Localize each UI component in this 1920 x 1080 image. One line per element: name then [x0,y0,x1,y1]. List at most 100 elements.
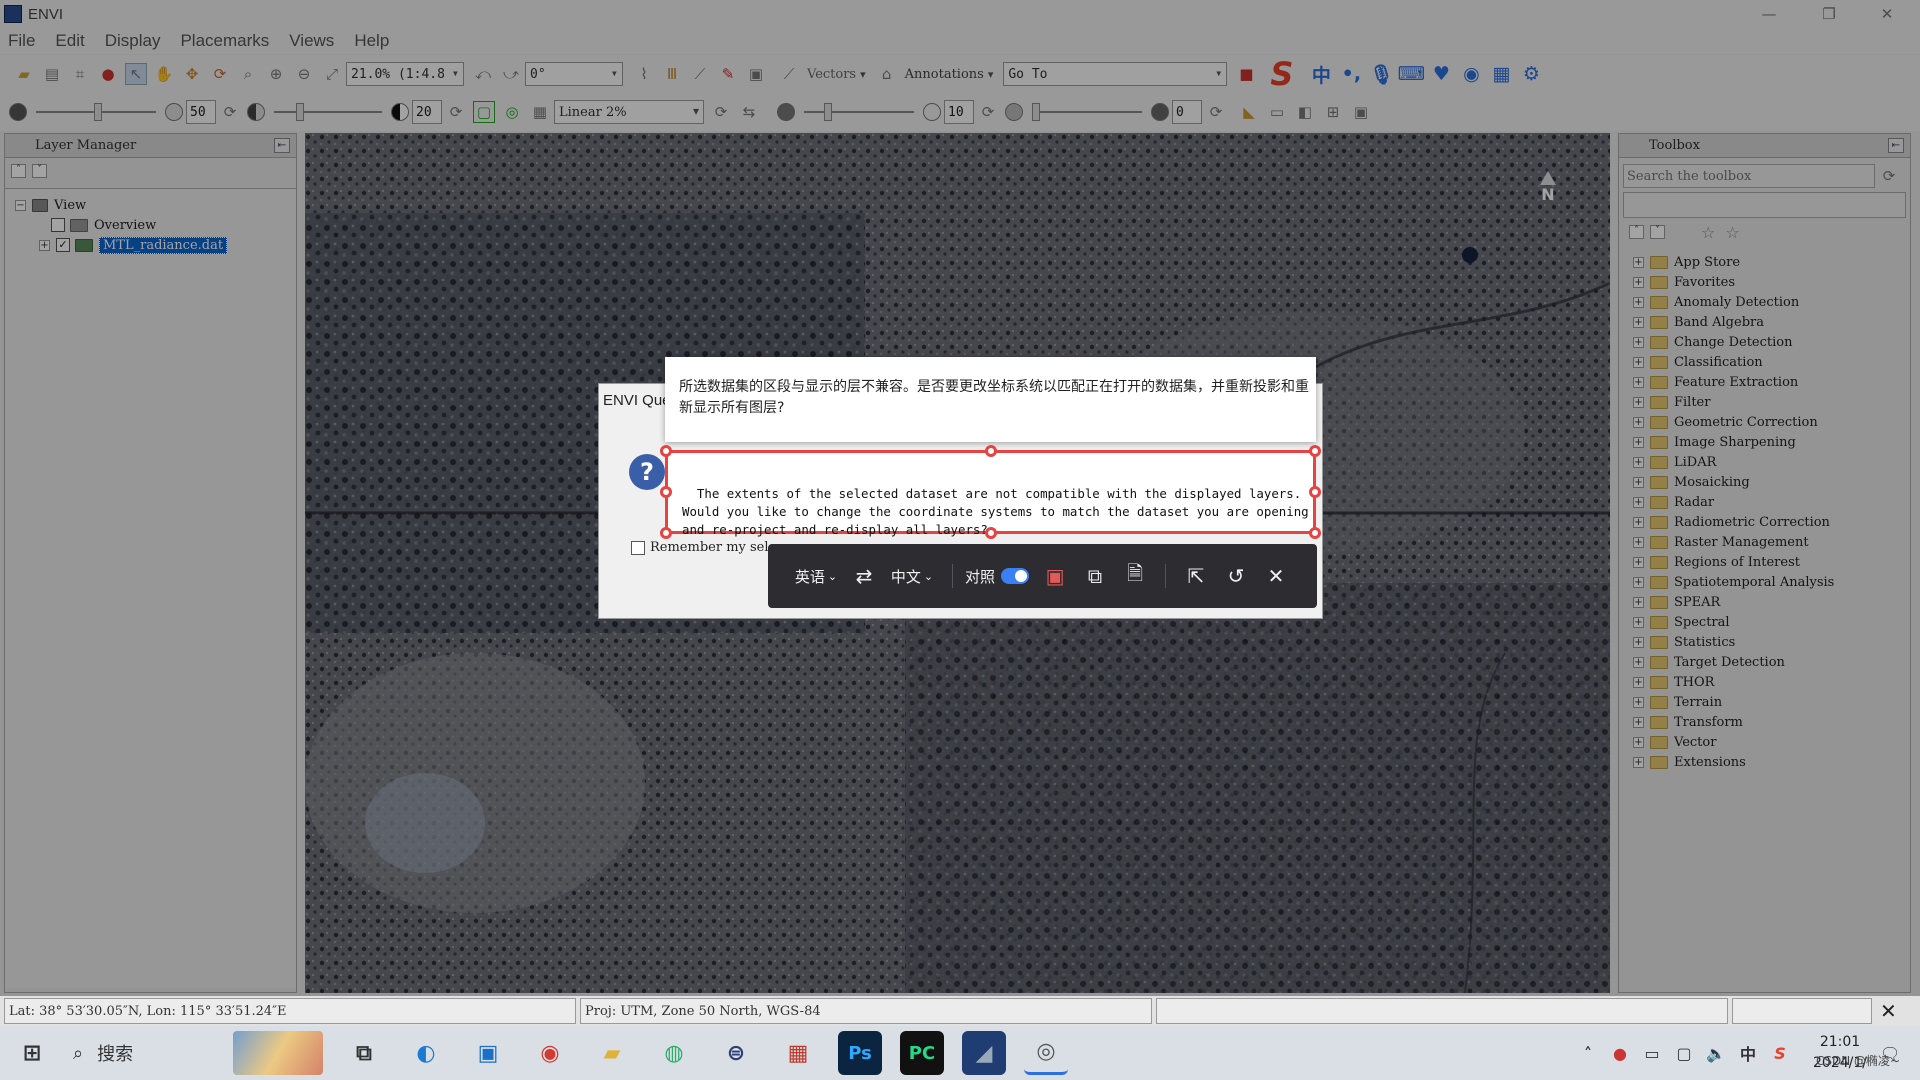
toolbox-item[interactable]: + LiDAR [1633,452,1910,472]
slider-knob[interactable] [1032,103,1040,121]
full-extent-icon[interactable]: ▢ [473,101,495,123]
toolbox-item[interactable]: + Mosaicking [1633,472,1910,492]
zoom-combo[interactable]: 21.0% (1:4.8 ▾ [346,62,464,86]
expand-icon[interactable]: + [1633,756,1644,768]
toolbox-item[interactable]: + Vector [1633,732,1910,752]
apps-grid-icon[interactable]: ▦ [1486,59,1516,89]
store-icon[interactable]: ▣ [466,1031,510,1075]
copy-icon[interactable]: ⧉ [1075,556,1115,596]
task-view-icon[interactable]: ⧉ [342,1031,386,1075]
show-hidden-icons-icon[interactable]: ˄ [1578,1031,1598,1075]
help-book-icon[interactable]: ■ [1235,63,1257,85]
profile-icon[interactable]: ⌇ [633,63,655,85]
disk-app-icon[interactable]: ⊜ [714,1031,758,1075]
toolbox-item[interactable]: + Spatiotemporal Analysis [1633,572,1910,592]
expand-icon[interactable]: + [1633,696,1644,708]
expand-icon[interactable]: + [1633,736,1644,748]
toolbox-search-input[interactable] [1623,164,1875,188]
view-split-icon[interactable]: ◧ [1294,101,1316,123]
collapse-icon[interactable]: − [15,199,26,211]
toolbox-item[interactable]: + SPEAR [1633,592,1910,612]
expand-icon[interactable]: + [1633,316,1644,328]
expand-icon[interactable]: + [1633,676,1644,688]
reset-icon[interactable]: ⟳ [1205,101,1227,123]
toolbox-item[interactable]: + Raster Management [1633,532,1910,552]
expand-icon[interactable]: + [1633,456,1644,468]
pin-icon[interactable]: ⇤ [1888,138,1904,153]
menu-display[interactable]: Display [105,31,161,51]
expand-all-icon[interactable]: ˅ [32,164,47,178]
expand-icon[interactable]: + [1633,656,1644,668]
chart-tool-icon[interactable]: ◣ [1238,101,1260,123]
measure-icon[interactable]: ✎ [717,63,739,85]
histogram-icon[interactable]: ▦ [529,101,551,123]
zoom-out-icon[interactable]: ⊖ [293,63,315,85]
expand-icon[interactable]: + [1633,616,1644,628]
rotate-right-icon[interactable]: ⤻ [500,63,522,85]
expand-icon[interactable]: + [1633,716,1644,728]
cancel-process-icon[interactable]: ✕ [1880,999,1897,1023]
toolbox-item[interactable]: + Anomaly Detection [1633,292,1910,312]
reset-icon[interactable]: ⟳ [977,101,999,123]
crop-icon[interactable]: ⌗ [69,63,91,85]
layer-item-radiance[interactable]: + ✓ MTL_radiance.dat [15,235,296,255]
expand-icon[interactable]: + [1633,296,1644,308]
minimize-button[interactable]: — [1746,0,1792,28]
punctuation-icon[interactable]: •, [1336,59,1366,89]
expand-icon[interactable]: + [1633,396,1644,408]
network-icon[interactable]: ▢ [1674,1031,1694,1075]
zoom-full-icon[interactable]: ⤢ [321,63,343,85]
expand-icon[interactable]: + [1633,376,1644,388]
sogou-logo-icon[interactable]: S [1270,57,1306,91]
toolbox-item[interactable]: + Statistics [1633,632,1910,652]
expand-icon[interactable]: + [1633,436,1644,448]
layer-checkbox[interactable]: ✓ [56,238,70,252]
toolbox-item[interactable]: + Radar [1633,492,1910,512]
pycharm-icon[interactable]: PC [900,1031,944,1075]
favorite-star-add-icon[interactable]: ☆ [1725,223,1739,242]
slider-knob[interactable] [94,103,102,121]
windows-start-icon[interactable]: ⊞ [10,1031,54,1075]
reset-icon[interactable]: ⟳ [710,101,732,123]
contrast-slider[interactable] [274,103,382,121]
stretch-combo[interactable]: Linear 2% ▾ [554,100,704,124]
photoshop-icon[interactable]: Ps [838,1031,882,1075]
expand-icon[interactable]: + [1633,336,1644,348]
expand-icon[interactable]: + [1633,516,1644,528]
ime-mode-icon[interactable]: 中 [1738,1031,1758,1075]
toolbox-item[interactable]: + Filter [1633,392,1910,412]
close-icon[interactable]: ✕ [1256,556,1296,596]
zoom-in-icon[interactable]: ⊕ [265,63,287,85]
toolbox-item[interactable]: + Feature Extraction [1633,372,1910,392]
envi-taskbar-icon[interactable]: ◢ [962,1031,1006,1075]
refresh-icon[interactable]: ⟳ [1878,165,1900,187]
compare-switch[interactable] [1001,568,1030,584]
view-grid-icon[interactable]: ⊞ [1322,101,1344,123]
remember-selection-option[interactable]: Remember my sele [631,540,776,555]
select-arrow-icon[interactable]: ↖ [125,63,147,85]
pin-icon[interactable]: ⇤ [274,138,290,153]
toolbox-item[interactable]: + Image Sharpening [1633,432,1910,452]
toolbox-item[interactable]: + Target Detection [1633,652,1910,672]
toolbox-item[interactable]: + THOR [1633,672,1910,692]
reset-icon[interactable]: ⟳ [445,101,467,123]
spectral-profile-icon[interactable]: Ⅲ [661,63,683,85]
film-icon[interactable]: ▣ [745,63,767,85]
favorite-star-icon[interactable]: ☆ [1701,223,1715,242]
sogou-tray-icon[interactable]: S [1770,1031,1790,1075]
expand-icon[interactable]: + [1633,576,1644,588]
target-language-select[interactable]: 中文 ⌄ [884,556,940,596]
expand-icon[interactable]: + [1633,536,1644,548]
resize-handle[interactable] [985,445,997,457]
toolbox-item[interactable]: + Regions of Interest [1633,552,1910,572]
menu-help[interactable]: Help [354,31,389,51]
battery-icon[interactable]: ▭ [1642,1031,1662,1075]
undo-icon[interactable]: ↺ [1216,556,1256,596]
chinese-mode-icon[interactable]: 中 [1306,59,1336,89]
expand-icon[interactable]: + [1633,416,1644,428]
collapse-all-icon[interactable]: ˄ [11,164,26,178]
menu-placemarks[interactable]: Placemarks [180,31,269,51]
toolbox-item[interactable]: + Change Detection [1633,332,1910,352]
toolbox-item[interactable]: + Extensions [1633,752,1910,772]
slider-knob[interactable] [296,103,304,121]
